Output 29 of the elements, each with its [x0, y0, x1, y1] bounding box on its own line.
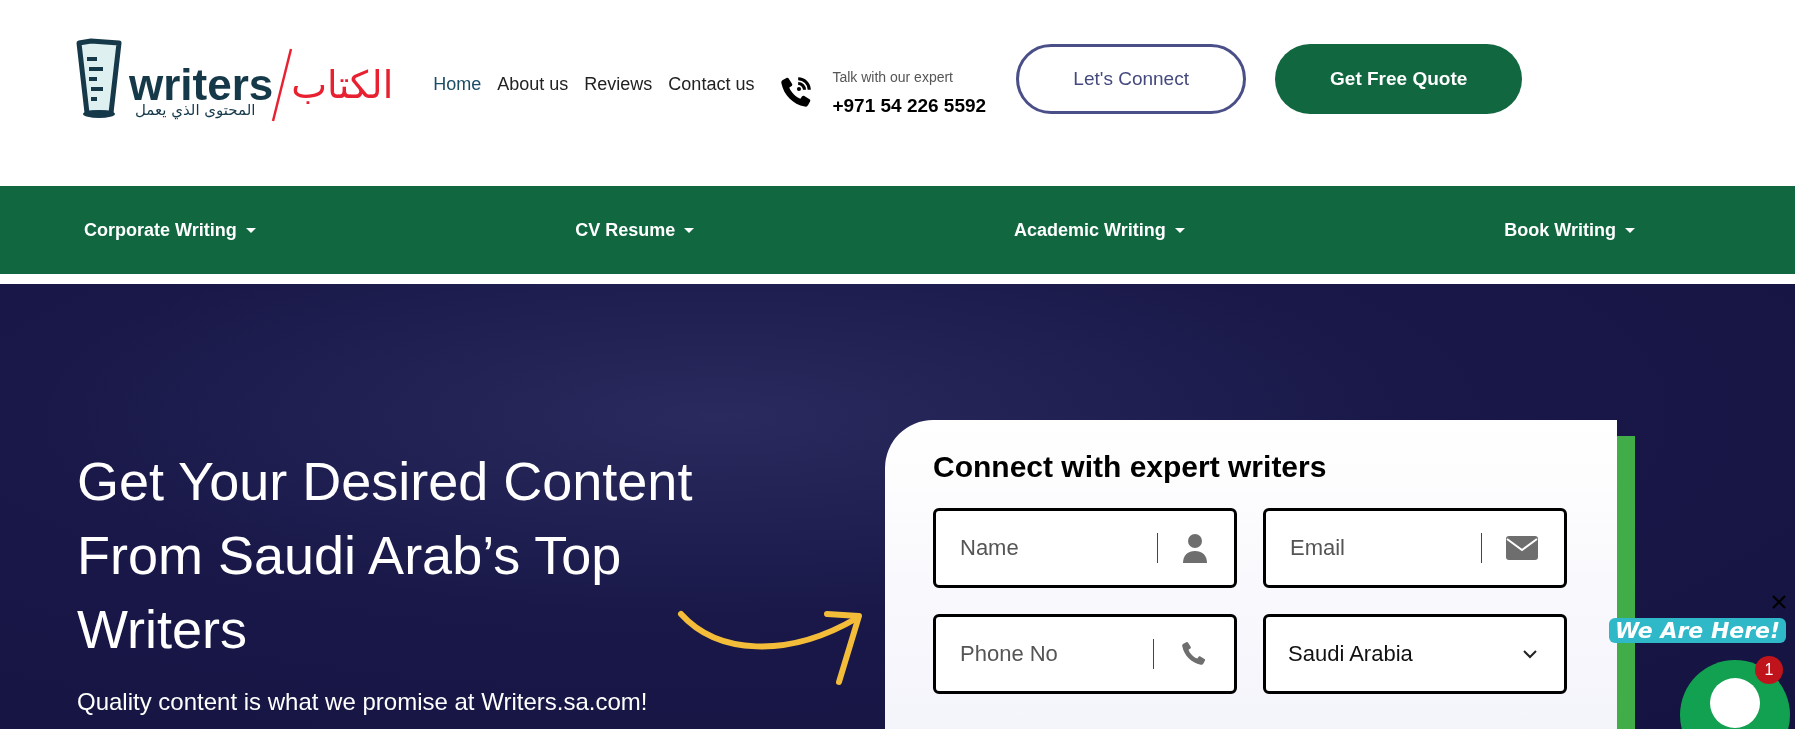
caret-icon [245, 227, 256, 233]
nav-link[interactable]: Contact us [668, 73, 755, 95]
menu-item[interactable]: Academic Writing [1014, 219, 1185, 241]
caret-icon [1625, 227, 1635, 233]
hero-heading: Get Your Desired Content From Saudi Arab’s Top Writers [77, 450, 694, 661]
menu-item[interactable]: Book Writing [1504, 219, 1635, 241]
form-title: Connect with expert writers [933, 450, 1328, 484]
notification-badge: 1 [1755, 656, 1783, 684]
envelope-icon [1506, 536, 1538, 560]
phone-number-link[interactable]: +971 54 226 5592 [832, 95, 987, 117]
chat-label: We Are Here! [1609, 618, 1787, 643]
hero-subtext: Quality content is what we promise at Writers.sa.com! [77, 688, 649, 716]
chevron-down-icon [1522, 649, 1538, 659]
user-icon [1182, 533, 1208, 563]
caret-icon [684, 227, 695, 233]
logo-arabic-name: الكتاب [291, 63, 394, 107]
connect-button[interactable]: Let's Connect [1016, 43, 1247, 114]
phone-field[interactable]: Phone No [958, 640, 1143, 668]
country-select[interactable]: Saudi Arabia [1263, 614, 1567, 694]
menu-item[interactable]: Corporate Writing [84, 219, 256, 241]
nav-link[interactable]: Home [433, 73, 482, 95]
caret-icon [1174, 227, 1185, 233]
name-field[interactable]: Name [958, 534, 1147, 562]
menu-item[interactable]: CV Resume [575, 219, 695, 241]
quote-button[interactable]: Get Free Quote [1275, 43, 1523, 114]
nav-link[interactable]: About us [497, 73, 569, 95]
email-field[interactable]: Email [1288, 534, 1471, 562]
contact-caption: Talk with our expert [832, 69, 954, 85]
nav-link[interactable]: Reviews [584, 73, 653, 95]
